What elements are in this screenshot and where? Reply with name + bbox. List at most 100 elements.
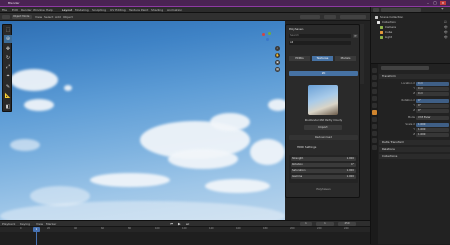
workspace-texture-paint[interactable]: Texture Paint — [129, 8, 148, 12]
gamma-field[interactable]: Gamma 1.000 — [291, 175, 356, 179]
resolution-dropdown[interactable]: 2K — [289, 71, 358, 76]
end-frame-field[interactable]: 250 — [338, 222, 356, 226]
visibility-icon[interactable]: 👁 — [444, 30, 448, 34]
world-tab-icon[interactable] — [372, 103, 377, 108]
visibility-icon[interactable]: 👁 — [444, 35, 448, 39]
asset-preview-thumbnail[interactable] — [308, 85, 338, 115]
object-name-field[interactable] — [381, 66, 429, 70]
rotation-field[interactable]: Rotation 0° — [291, 163, 356, 167]
navigation-gizmo[interactable] — [259, 29, 277, 45]
property-value[interactable]: 1.000 — [416, 132, 449, 137]
property-row[interactable]: Z 0° — [380, 108, 450, 113]
minimize-icon[interactable]: – — [425, 1, 431, 5]
menu-file[interactable]: File — [2, 8, 7, 12]
outliner-editor-type[interactable] — [373, 8, 379, 12]
outliner-row[interactable]: Light 👁 — [373, 35, 449, 39]
category-dropdown[interactable]: All — [289, 41, 351, 45]
timeline-menu-marker[interactable]: Marker — [46, 222, 56, 226]
jump-start-icon[interactable]: ⏮ — [170, 222, 173, 226]
workspace-uv-editing[interactable]: UV Editing — [110, 8, 126, 12]
delta-transform-section[interactable]: Delta Transform — [379, 140, 450, 145]
physics-tab-icon[interactable] — [372, 124, 377, 129]
render-tab-icon[interactable] — [372, 75, 377, 80]
jump-end-icon[interactable]: ⏭ — [186, 222, 189, 226]
refresh-icon[interactable]: ⟳ — [353, 34, 358, 38]
x-axis-icon[interactable] — [262, 33, 265, 36]
sidebar-tab-strip[interactable] — [360, 24, 364, 84]
relations-section[interactable]: Relations — [379, 147, 450, 152]
viewport-menu-add[interactable]: Add — [55, 15, 61, 19]
z-axis-icon[interactable] — [266, 38, 269, 41]
select-box-icon[interactable]: ⬚ — [4, 26, 12, 34]
tab-hdris[interactable]: HDRIs — [289, 56, 310, 61]
import-button[interactable]: Import — [304, 125, 342, 130]
transform-icon[interactable]: ⌖ — [4, 72, 12, 80]
outliner-row[interactable]: Camera 👁 — [373, 25, 449, 29]
saturation-field[interactable]: Saturation 1.000 — [291, 169, 356, 173]
property-value[interactable]: 0 m — [416, 86, 449, 91]
property-value[interactable]: XYZ Euler — [416, 115, 449, 120]
material-tab-icon[interactable] — [372, 145, 377, 150]
measure-icon[interactable]: 📐 — [4, 92, 12, 100]
property-row[interactable]: Z0 m — [380, 91, 450, 96]
camera-view-icon[interactable]: ▣ — [275, 60, 280, 65]
annotate-icon[interactable]: ✎ — [4, 83, 12, 91]
property-row[interactable]: Mode XYZ Euler — [380, 115, 450, 120]
3d-viewport[interactable] — [0, 21, 285, 220]
viewport-menu-select[interactable]: Select — [44, 15, 53, 19]
tab-models[interactable]: Models — [335, 56, 356, 61]
property-value[interactable]: 1.000 — [416, 122, 449, 127]
scene-tab-icon[interactable] — [372, 96, 377, 101]
add-cube-icon[interactable]: ◧ — [4, 103, 12, 111]
workspace-animation[interactable]: Animation — [167, 8, 182, 12]
workspace-sculpting[interactable]: Sculpting — [92, 8, 106, 12]
tab-textures[interactable]: Textures — [312, 56, 333, 61]
overlay-button[interactable] — [324, 15, 336, 19]
strength-field[interactable]: Strength 1.000 — [291, 157, 356, 161]
menu-render[interactable]: Render — [21, 8, 32, 12]
menu-help[interactable]: Help — [46, 8, 53, 12]
menu-window[interactable]: Window — [33, 8, 45, 12]
cursor-icon[interactable]: ⊕ — [4, 35, 12, 43]
outliner-row[interactable]: Cube 👁 — [373, 30, 449, 34]
timeline-track-area[interactable] — [0, 232, 370, 245]
filter-icon[interactable]: ⏷ — [441, 7, 444, 11]
property-value[interactable]: 0° — [416, 103, 449, 108]
close-icon[interactable]: × — [440, 1, 446, 5]
output-tab-icon[interactable] — [372, 82, 377, 87]
timeline-menu-playback[interactable]: Playback — [2, 222, 15, 226]
pan-icon[interactable]: ✋ — [275, 53, 280, 58]
outliner-row[interactable]: Collection ☑ — [373, 20, 449, 24]
menu-edit[interactable]: Edit — [12, 8, 18, 12]
transform-section[interactable]: Transform — [379, 74, 450, 79]
tool-tab-icon[interactable] — [372, 68, 377, 73]
workspace-layout[interactable]: Layout — [62, 8, 72, 12]
hdri-settings-header[interactable]: HDRI Settings — [289, 145, 358, 149]
viewport-menu-view[interactable]: View — [35, 15, 42, 19]
asset-search-input[interactable]: Search — [289, 34, 351, 38]
maximize-icon[interactable]: □ — [432, 1, 438, 5]
collections-section[interactable]: Collections — [379, 154, 450, 159]
viewport-menu-object[interactable]: Object — [63, 15, 73, 19]
data-tab-icon[interactable] — [372, 138, 377, 143]
y-axis-icon[interactable] — [268, 32, 271, 35]
property-row[interactable]: Z 1.000 — [380, 132, 450, 137]
rotate-icon[interactable]: ↻ — [4, 54, 12, 62]
current-frame-field[interactable]: 1 — [300, 222, 312, 226]
object-tab-icon[interactable] — [372, 110, 377, 115]
editor-type-button[interactable] — [2, 15, 10, 19]
start-frame-field[interactable]: 1 — [316, 222, 334, 226]
scale-icon[interactable]: ⤢ — [4, 63, 12, 71]
constraints-tab-icon[interactable] — [372, 131, 377, 136]
outliner-search-input[interactable] — [381, 8, 421, 12]
outliner-row[interactable]: Scene Collection — [373, 15, 449, 19]
move-icon[interactable]: ✥ — [4, 45, 12, 53]
perspective-icon[interactable]: ▦ — [275, 67, 280, 72]
property-value[interactable]: 0 m — [416, 91, 449, 96]
mode-selector[interactable]: Object Mode — [12, 15, 32, 19]
visibility-icon[interactable]: 👁 — [444, 25, 448, 29]
checkbox-icon[interactable]: ☑ — [444, 20, 447, 24]
property-value[interactable]: 0° — [416, 108, 449, 113]
shading-buttons[interactable] — [300, 15, 320, 19]
play-icon[interactable]: ▶ — [178, 222, 181, 226]
